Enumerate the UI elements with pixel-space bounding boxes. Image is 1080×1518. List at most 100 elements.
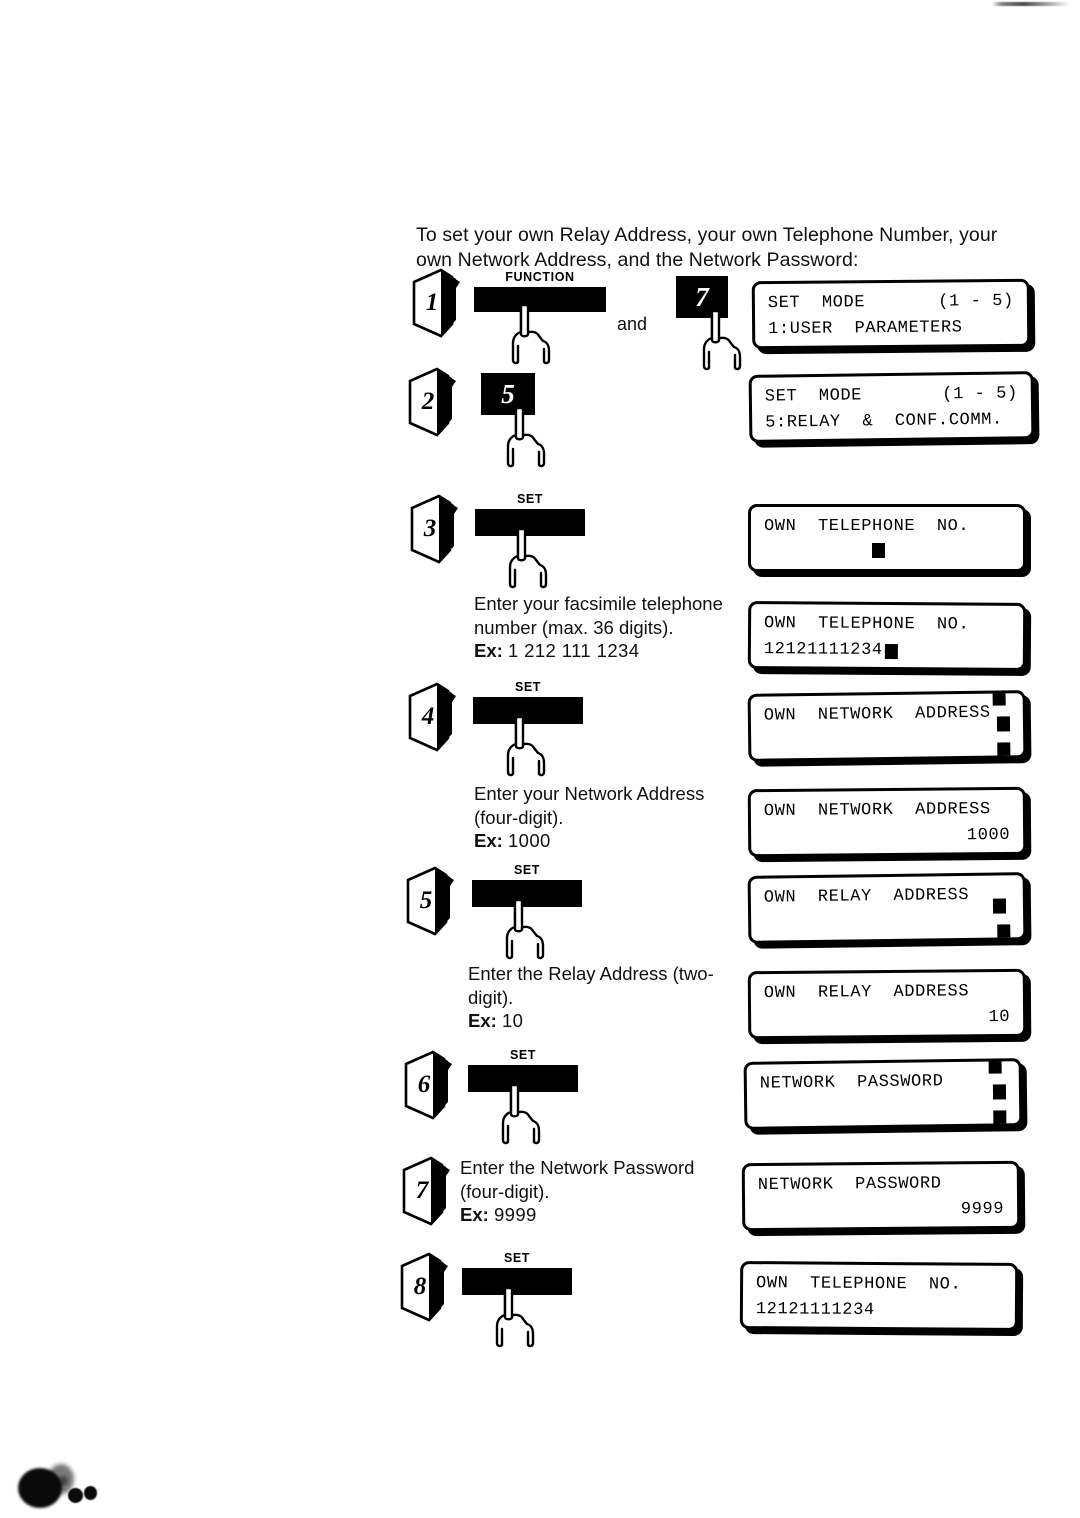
step-number-3: 3 [423,515,437,542]
lcd-line2-left: 1:USER PARAMETERS [768,318,963,340]
lcd-display-3: OWN TELEPHONE NO. [748,504,1026,572]
step-marker-8: 8 [396,1252,452,1322]
instruction-text: Enter your Network Address (four-digit). [474,783,705,828]
lcd-cursor-block [872,543,886,558]
lcd-cursor-block [993,1110,1007,1126]
step-marker-5: 5 [402,866,458,936]
scan-streak-artifact [992,2,1070,6]
step-marker-2: 2 [404,367,460,437]
step-number-6: 6 [417,1071,431,1098]
instruction-telephone: Enter your facsimile telephone number (m… [474,592,736,663]
lcd-cursor-block [997,742,1011,758]
lcd-cursor-block [992,1084,1007,1100]
lcd-cursor-block [992,690,1006,706]
lcd-display-6: OWN NETWORK ADDRESS 1000 [747,786,1027,858]
lcd-line-1: OWN NETWORK ADDRESS [764,797,1010,825]
lcd-line1-left: SET MODE [767,293,866,314]
lcd-line2-right: 9999 [960,1199,1005,1220]
set-key-label: SET [514,680,542,694]
example-line: Ex: 1 212 111 1234 [474,639,736,663]
lcd-line1-left: OWN RELAY ADDRESS [763,982,970,1004]
example-label: Ex: [460,1204,489,1225]
lcd-line-2: 5:RELAY & CONF.COMM. [765,407,1018,436]
step-marker-1: 1 [408,268,464,338]
pointing-hand-icon [505,899,545,960]
lcd-line2-left: 5:RELAY & CONF.COMM. [765,410,1003,433]
example-value: 1 212 111 1234 [507,640,640,661]
step-number-8: 8 [413,1273,427,1300]
pointing-hand-icon [508,528,548,589]
set-key-label: SET [509,1048,537,1062]
lcd-line1-left: OWN NETWORK ADDRESS [763,800,991,822]
set-key-label: SET [513,863,541,877]
lcd-line-1: SET MODE (1 - 5) [765,381,1018,410]
lcd-display-7: OWN RELAY ADDRESS [747,872,1027,944]
instruction-text: Enter your facsimile telephone number (m… [474,593,723,638]
lcd-line-2 [764,540,1010,566]
lcd-cursor-block [988,1058,1002,1074]
lcd-line-2 [760,1058,1007,1126]
lcd-line-2: 12121111234 [764,637,1010,665]
step-marker-4: 4 [404,682,460,752]
lcd-cursor-group [880,1058,1007,1130]
lcd-display-5: OWN NETWORK ADDRESS [747,690,1027,762]
example-label: Ex: [468,1010,497,1031]
pointing-hand-icon [495,1287,535,1348]
example-value: 1000 [507,830,551,851]
lcd-cursor-group [884,690,1011,762]
lcd-line2-right: 10 [988,1007,1011,1028]
lcd-cursor-block [996,716,1011,732]
instruction-text: Enter the Relay Address (two-digit). [468,963,714,1008]
function-key-label: FUNCTION [505,270,575,284]
step-number-4: 4 [421,703,435,730]
lcd-display-10: NETWORK PASSWORD 9999 [741,1160,1021,1232]
pointing-hand-icon [506,407,546,468]
lcd-line-1: OWN TELEPHONE NO. [756,1271,1002,1299]
lcd-display-4: OWN TELEPHONE NO. 12121111234 [747,601,1027,671]
lcd-line-2: 1000 [764,823,1010,851]
pointing-hand-icon [501,1084,541,1145]
lcd-line1-left: OWN TELEPHONE NO. [756,1274,962,1295]
pointing-hand-icon [702,310,742,371]
lcd-line-1: OWN TELEPHONE NO. [764,611,1010,639]
lcd-line1-left: SET MODE [764,386,863,407]
set-key-label: SET [503,1251,531,1265]
lcd-cursor-block [992,898,1007,914]
lcd-line1-right: (1 - 5) [938,291,1014,312]
lcd-line2-left: 12121111234 [763,640,883,660]
step-marker-6: 6 [400,1050,456,1120]
step-marker-3: 3 [406,494,462,564]
ink-blot-artifact [18,1462,97,1510]
example-line: Ex: 1000 [474,829,736,853]
instruction-network-password: Enter the Network Password (four-digit).… [460,1156,722,1227]
lcd-cursor-block [884,643,898,659]
example-value: 10 [501,1010,524,1031]
example-line: Ex: 9999 [460,1203,722,1227]
lcd-display-9: NETWORK PASSWORD [743,1058,1023,1130]
lcd-cursor-group [884,872,1011,944]
intro-paragraph: To set your own Relay Address, your own … [416,223,998,271]
example-label: Ex: [474,640,503,661]
lcd-line1-right: (1 - 5) [942,384,1018,405]
lcd-line-1: SET MODE (1 - 5) [768,289,1014,317]
step-marker-7: 7 [398,1156,454,1226]
example-line: Ex: 10 [468,1009,730,1033]
instruction-text: Enter the Network Password (four-digit). [460,1157,695,1202]
manual-page: To set your own Relay Address, your own … [0,0,1080,1518]
lcd-display-1: SET MODE (1 - 5) 1:USER PARAMETERS [751,278,1031,350]
step-number-7: 7 [415,1177,429,1204]
lcd-display-2: SET MODE (1 - 5) 5:RELAY & CONF.COMM. [748,371,1035,443]
lcd-display-8: OWN RELAY ADDRESS 10 [747,968,1027,1040]
step-number-5: 5 [419,887,433,914]
lcd-line2-left: 12121111234 [755,1300,875,1320]
lcd-line-2: 1:USER PARAMETERS [768,315,1014,343]
instruction-relay-address: Enter the Relay Address (two-digit). Ex:… [468,962,730,1033]
instruction-network-address: Enter your Network Address (four-digit).… [474,782,736,853]
lcd-line1-left: OWN TELEPHONE NO. [764,614,970,635]
lcd-line-1: NETWORK PASSWORD [758,1171,1004,1199]
step-number-1: 1 [425,289,439,316]
lcd-cursor-block [997,924,1011,940]
lcd-line2-right: 1000 [966,825,1011,846]
example-label: Ex: [474,830,503,851]
lcd-line-2: 10 [764,1005,1010,1033]
